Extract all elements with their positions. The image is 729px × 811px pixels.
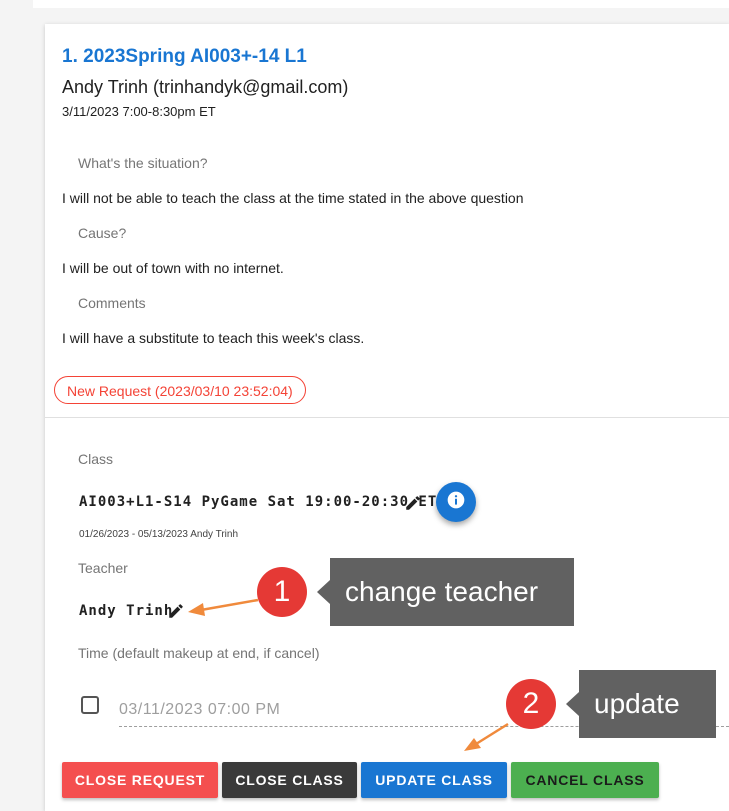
request-title: 1. 2023Spring AI003+-14 L1	[62, 46, 307, 67]
section-divider	[45, 417, 729, 418]
info-icon	[446, 490, 466, 515]
request-datetime: 3/11/2023 7:00-8:30pm ET	[62, 104, 216, 119]
question-label-comments: Comments	[78, 295, 146, 311]
question-label-cause: Cause?	[78, 225, 127, 241]
top-strip	[33, 0, 729, 8]
callout-tip	[566, 692, 579, 716]
answer-situation: I will not be able to teach the class at…	[62, 190, 524, 206]
close-request-button[interactable]: CLOSE REQUEST	[62, 762, 218, 798]
student-name: Andy Trinh (trinhandyk@gmail.com)	[62, 77, 349, 97]
close-class-button[interactable]: CLOSE CLASS	[222, 762, 357, 798]
class-info-button[interactable]	[436, 482, 476, 522]
annotation-callout-2: update	[566, 670, 716, 738]
class-label: Class	[78, 451, 114, 467]
answer-cause: I will be out of town with no internet.	[62, 260, 284, 276]
annotation-badge-1: 1	[257, 567, 307, 617]
time-input[interactable]: 03/11/2023 07:00 PM	[119, 701, 280, 719]
class-date-range: 01/26/2023 - 05/13/2023 Andy Trinh	[79, 529, 239, 540]
question-label-situation: What's the situation?	[78, 155, 208, 171]
status-chip: New Request (2023/03/10 23:52:04)	[54, 376, 306, 404]
teacher-name: Andy Trinh	[79, 603, 174, 619]
makeup-checkbox[interactable]	[81, 696, 99, 714]
answer-comments: I will have a substitute to teach this w…	[62, 330, 365, 346]
update-class-button[interactable]: UPDATE CLASS	[361, 762, 507, 798]
annotation-callout-text: update	[594, 688, 680, 719]
edit-teacher-pencil-icon[interactable]	[167, 602, 185, 620]
time-label: Time (default makeup at end, if cancel)	[78, 645, 320, 661]
annotation-callout-text: change teacher	[345, 576, 539, 607]
class-name: AI003+L1-S14 PyGame Sat 19:00-20:30 ET	[79, 494, 438, 510]
teacher-label: Teacher	[78, 560, 128, 576]
callout-tip	[317, 580, 330, 604]
annotation-callout-1: change teacher	[317, 558, 574, 626]
annotation-badge-2: 2	[506, 679, 556, 729]
edit-class-pencil-icon[interactable]	[404, 494, 422, 512]
cancel-class-button[interactable]: CANCEL CLASS	[511, 762, 659, 798]
